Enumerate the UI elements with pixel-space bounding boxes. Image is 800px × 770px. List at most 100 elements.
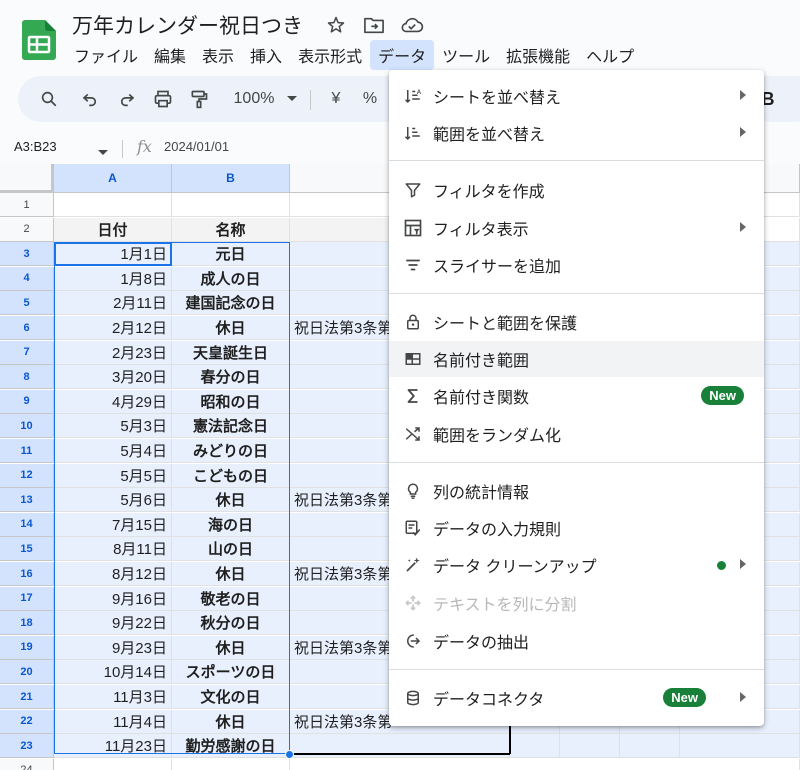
menu-extensions[interactable]: 拡張機能 — [498, 40, 578, 70]
row-header[interactable]: 20 — [0, 660, 54, 685]
row-header[interactable]: 24 — [0, 758, 54, 770]
holiday-name-cell[interactable]: 昭和の日 — [172, 389, 290, 414]
row-header[interactable]: 17 — [0, 586, 54, 611]
cell[interactable] — [510, 734, 560, 759]
menu-item-filter-views[interactable]: フィルタ表示 — [389, 210, 764, 246]
cloud-saved-icon[interactable] — [398, 12, 426, 38]
holiday-name-cell[interactable]: 休日 — [172, 316, 290, 340]
row-header[interactable]: 16 — [0, 562, 54, 586]
fill-handle[interactable] — [285, 750, 294, 759]
holiday-name-cell[interactable]: 天皇誕生日 — [172, 340, 290, 365]
row-header[interactable]: 5 — [0, 291, 54, 316]
row-header[interactable]: 4 — [0, 266, 54, 291]
header-cell-date[interactable]: 日付 — [54, 217, 172, 242]
holiday-name-cell[interactable]: 建国記念の日 — [172, 291, 290, 316]
holiday-name-cell[interactable]: 成人の日 — [172, 266, 290, 291]
row-header[interactable]: 2 — [0, 217, 54, 242]
cell[interactable] — [680, 734, 800, 759]
date-cell[interactable]: 2月11日 — [54, 291, 172, 316]
date-cell[interactable]: 5月3日 — [54, 414, 172, 439]
row-header[interactable]: 11 — [0, 439, 54, 463]
menu-data[interactable]: データ — [370, 40, 435, 70]
date-cell[interactable]: 1月1日 — [54, 242, 172, 267]
menu-item-add-slicer[interactable]: スライサーを追加 — [389, 247, 764, 283]
holiday-name-cell[interactable]: みどりの日 — [172, 439, 290, 463]
sheets-logo-icon[interactable] — [22, 20, 56, 60]
row-header[interactable]: 14 — [0, 512, 54, 537]
cell[interactable] — [290, 758, 800, 770]
paint-format-icon[interactable] — [184, 76, 214, 122]
holiday-name-cell[interactable]: 海の日 — [172, 512, 290, 537]
holiday-name-cell[interactable]: 山の日 — [172, 537, 290, 562]
undo-icon[interactable] — [76, 76, 104, 122]
menu-help[interactable]: ヘルプ — [578, 40, 642, 70]
row-header[interactable]: 1 — [0, 193, 54, 217]
menu-item-column-stats[interactable]: 列の統計情報 — [389, 473, 764, 509]
date-cell[interactable]: 11月4日 — [54, 709, 172, 734]
row-header[interactable]: 22 — [0, 709, 54, 734]
column-header-a[interactable]: A — [54, 164, 172, 193]
zoom-select[interactable]: 100% — [224, 76, 284, 122]
menu-item-data-cleanup[interactable]: データ クリーンアップ — [389, 547, 764, 583]
menu-item-named-ranges[interactable]: 名前付き範囲 — [389, 341, 764, 377]
row-header[interactable]: 15 — [0, 537, 54, 562]
date-cell[interactable]: 2月23日 — [54, 340, 172, 365]
row-header[interactable]: 19 — [0, 635, 54, 660]
row-header[interactable]: 18 — [0, 611, 54, 636]
cell[interactable] — [54, 193, 172, 217]
chevron-down-icon[interactable] — [284, 76, 300, 122]
menu-view[interactable]: 表示 — [194, 40, 242, 70]
holiday-name-cell[interactable]: 春分の日 — [172, 365, 290, 390]
menu-item-randomize[interactable]: 範囲をランダム化 — [389, 416, 764, 452]
holiday-name-cell[interactable]: スポーツの日 — [172, 660, 290, 685]
row-header[interactable]: 12 — [0, 463, 54, 488]
row-header[interactable]: 21 — [0, 685, 54, 709]
date-cell[interactable]: 11月3日 — [54, 685, 172, 709]
menu-tools[interactable]: ツール — [434, 40, 498, 70]
percent-button[interactable]: % — [358, 76, 382, 122]
holiday-name-cell[interactable]: 文化の日 — [172, 685, 290, 709]
menu-item-data-validation[interactable]: データの入力規則 — [389, 510, 764, 546]
row-header[interactable]: 7 — [0, 340, 54, 365]
search-icon[interactable] — [34, 76, 64, 122]
redo-icon[interactable] — [113, 76, 141, 122]
holiday-name-cell[interactable]: 敬老の日 — [172, 586, 290, 611]
holiday-name-cell[interactable]: 休日 — [172, 562, 290, 586]
holiday-name-cell[interactable]: 休日 — [172, 635, 290, 660]
holiday-name-cell[interactable]: こどもの日 — [172, 463, 290, 488]
holiday-name-cell[interactable]: 秋分の日 — [172, 611, 290, 636]
cell[interactable] — [54, 758, 172, 770]
cell[interactable] — [172, 193, 290, 217]
date-cell[interactable]: 9月16日 — [54, 586, 172, 611]
date-cell[interactable]: 11月23日 — [54, 734, 172, 759]
date-cell[interactable]: 5月6日 — [54, 488, 172, 513]
date-cell[interactable]: 2月12日 — [54, 316, 172, 340]
column-header-b[interactable]: B — [172, 164, 290, 193]
menu-insert[interactable]: 挿入 — [242, 40, 290, 70]
menu-item-data-extraction[interactable]: データの抽出 — [389, 623, 764, 659]
date-cell[interactable]: 8月12日 — [54, 562, 172, 586]
currency-button[interactable]: ¥ — [324, 76, 348, 122]
header-cell-name[interactable]: 名称 — [172, 217, 290, 242]
holiday-name-cell[interactable]: 休日 — [172, 709, 290, 734]
row-header[interactable]: 6 — [0, 316, 54, 340]
holiday-name-cell[interactable]: 元日 — [172, 242, 290, 267]
row-header[interactable]: 3 — [0, 242, 54, 267]
holiday-name-cell[interactable]: 勤労感謝の日 — [172, 734, 290, 759]
menu-item-data-connectors[interactable]: データコネクタ New — [389, 680, 764, 716]
chevron-down-icon[interactable] — [98, 143, 108, 161]
formula-input[interactable]: 2024/01/01 — [164, 139, 229, 154]
row-header[interactable]: 10 — [0, 414, 54, 439]
date-cell[interactable]: 1月8日 — [54, 266, 172, 291]
date-cell[interactable]: 5月4日 — [54, 439, 172, 463]
row-header[interactable]: 23 — [0, 734, 54, 759]
row-header[interactable]: 8 — [0, 365, 54, 390]
move-to-folder-icon[interactable] — [360, 12, 388, 38]
menu-item-sort-range[interactable]: 範囲を並べ替え — [389, 115, 764, 151]
menu-edit[interactable]: 編集 — [146, 40, 194, 70]
menu-format[interactable]: 表示形式 — [290, 40, 370, 70]
menu-file[interactable]: ファイル — [66, 40, 146, 70]
date-cell[interactable]: 5月5日 — [54, 463, 172, 488]
row-header[interactable]: 9 — [0, 389, 54, 414]
date-cell[interactable]: 10月14日 — [54, 660, 172, 685]
